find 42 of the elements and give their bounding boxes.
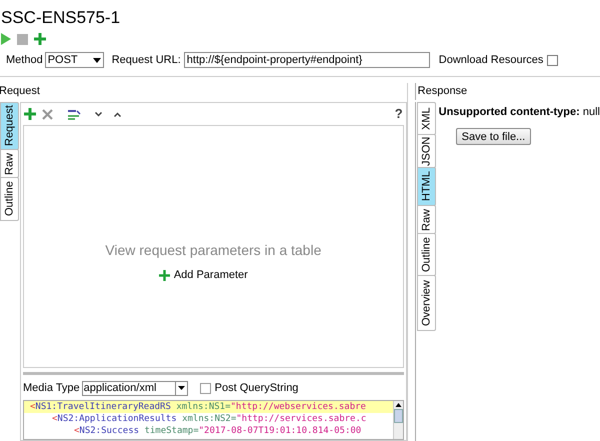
vertical-tab[interactable]: Overview bbox=[416, 275, 436, 331]
help-button[interactable]: ? bbox=[394, 104, 403, 124]
vertical-tab[interactable]: Outline bbox=[0, 177, 19, 221]
vertical-tab[interactable]: XML bbox=[416, 102, 436, 135]
scroll-up-icon[interactable] bbox=[394, 401, 403, 409]
add-parameter-button[interactable]: Add Parameter bbox=[158, 266, 248, 284]
post-querystring-label: Post QueryString bbox=[214, 380, 298, 396]
vertical-tab[interactable]: Raw bbox=[416, 205, 436, 234]
media-type-dropdown[interactable]: application/xml bbox=[82, 380, 188, 396]
save-to-file-button[interactable]: Save to file... bbox=[456, 128, 532, 144]
response-message: Unsupported content-type: null bbox=[438, 105, 600, 120]
vertical-tab[interactable]: Request bbox=[0, 102, 19, 150]
download-resources-checkbox[interactable] bbox=[547, 54, 558, 66]
page-title: SSC-ENS575-1 bbox=[1, 8, 122, 29]
move-up-icon[interactable] bbox=[114, 112, 121, 116]
empty-table-text: View request parameters in a table bbox=[105, 240, 322, 260]
add-icon bbox=[158, 270, 170, 280]
method-dropdown[interactable]: POST bbox=[44, 52, 104, 68]
caret-icon bbox=[92, 58, 101, 62]
add-icon[interactable] bbox=[34, 33, 46, 45]
method-label: Method bbox=[6, 52, 43, 68]
move-down-icon[interactable] bbox=[95, 112, 102, 116]
download-resources-label: Download Resources bbox=[438, 52, 544, 68]
run-icon[interactable] bbox=[1, 33, 11, 45]
vertical-tab[interactable]: Outline bbox=[416, 233, 436, 276]
post-querystring-checkbox[interactable] bbox=[200, 382, 211, 394]
vertical-tab[interactable]: JSON bbox=[416, 134, 436, 168]
vertical-tab[interactable]: HTML bbox=[416, 167, 436, 206]
vertical-tab[interactable]: Raw bbox=[0, 149, 19, 178]
request-url-label: Request URL: bbox=[112, 52, 181, 68]
code-line: <NS2:ApplicationResults xmlns:NS2="http://services.sabre.c bbox=[51, 413, 368, 425]
media-type-label: Media Type bbox=[23, 380, 80, 396]
request-url-field[interactable]: http://${endpoint-property#endpoint} bbox=[184, 52, 430, 68]
request-panel-title: Request bbox=[0, 84, 41, 99]
delete-icon[interactable] bbox=[42, 108, 53, 120]
code-editor[interactable]: <NS1:TravelItineraryReadRS xmlns:NS1="http://webservices.sabre <NS2:ApplicationResults xmlns:NS2="http://services.sabre.c <NS2:Success timeStamp="2017-08-07T19:01:10.814-05:00 bbox=[23, 400, 404, 440]
scrollbar[interactable] bbox=[392, 401, 403, 439]
response-panel-title: Response bbox=[414, 83, 600, 100]
table-edit-icon[interactable] bbox=[67, 108, 81, 120]
add-icon[interactable] bbox=[24, 108, 36, 120]
code-line: <NS2:Success timeStamp="2017-08-07T19:01:10.814-05:00 bbox=[73, 425, 362, 437]
caret-icon bbox=[178, 386, 185, 390]
